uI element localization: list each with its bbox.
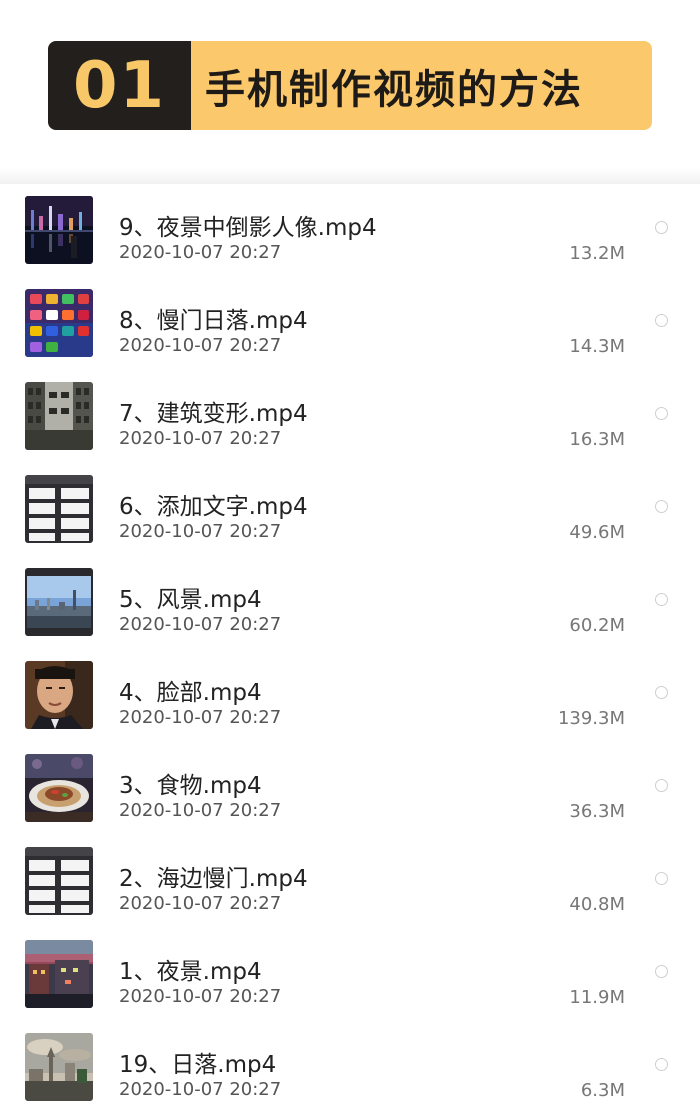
video-thumbnail xyxy=(25,289,93,357)
file-date: 2020-10-07 20:27 xyxy=(119,521,282,542)
video-thumbnail xyxy=(25,940,93,1008)
file-row[interactable]: 4、脸部.mp4 2020-10-07 20:27 139.3M xyxy=(0,649,700,742)
section-title: 手机制作视频的方法 xyxy=(191,41,652,130)
header: 01 手机制作视频的方法 xyxy=(0,0,700,184)
file-size: 139.3M xyxy=(557,708,625,729)
file-row[interactable]: 19、日落.mp4 2020-10-07 20:27 6.3M xyxy=(0,1021,700,1114)
video-thumbnail xyxy=(25,196,93,264)
file-name: 5、风景.mp4 xyxy=(119,587,262,613)
file-size: 49.6M xyxy=(569,522,625,543)
file-date: 2020-10-07 20:27 xyxy=(119,707,282,728)
file-row[interactable]: 9、夜景中倒影人像.mp4 2020-10-07 20:27 13.2M xyxy=(0,184,700,277)
file-size: 11.9M xyxy=(569,987,625,1008)
select-radio[interactable] xyxy=(655,221,668,234)
file-name: 7、建筑变形.mp4 xyxy=(119,401,308,427)
section-number: 01 xyxy=(48,41,191,130)
file-name: 19、日落.mp4 xyxy=(119,1052,277,1078)
file-date: 2020-10-07 20:27 xyxy=(119,800,282,821)
file-size: 13.2M xyxy=(569,243,625,264)
file-row[interactable]: 6、添加文字.mp4 2020-10-07 20:27 49.6M xyxy=(0,463,700,556)
file-name: 9、夜景中倒影人像.mp4 xyxy=(119,215,377,241)
file-name: 2、海边慢门.mp4 xyxy=(119,866,308,892)
file-row[interactable]: 1、夜景.mp4 2020-10-07 20:27 11.9M xyxy=(0,928,700,1021)
video-thumbnail xyxy=(25,382,93,450)
video-thumbnail xyxy=(25,475,93,543)
file-size: 40.8M xyxy=(569,894,625,915)
file-row[interactable]: 2、海边慢门.mp4 2020-10-07 20:27 40.8M xyxy=(0,835,700,928)
file-list: 9、夜景中倒影人像.mp4 2020-10-07 20:27 13.2M 8、慢… xyxy=(0,184,700,1117)
select-radio[interactable] xyxy=(655,686,668,699)
select-radio[interactable] xyxy=(655,314,668,327)
select-radio[interactable] xyxy=(655,872,668,885)
video-thumbnail xyxy=(25,1033,93,1101)
section-banner: 01 手机制作视频的方法 xyxy=(48,41,652,130)
file-date: 2020-10-07 20:27 xyxy=(119,1079,282,1100)
file-date: 2020-10-07 20:27 xyxy=(119,614,282,635)
file-size: 6.3M xyxy=(580,1080,625,1101)
video-thumbnail xyxy=(25,661,93,729)
select-radio[interactable] xyxy=(655,500,668,513)
select-radio[interactable] xyxy=(655,965,668,978)
file-size: 16.3M xyxy=(569,429,625,450)
select-radio[interactable] xyxy=(655,779,668,792)
file-size: 14.3M xyxy=(569,336,625,357)
file-name: 3、食物.mp4 xyxy=(119,773,262,799)
select-radio[interactable] xyxy=(655,593,668,606)
video-thumbnail xyxy=(25,754,93,822)
file-row[interactable]: 5、风景.mp4 2020-10-07 20:27 60.2M xyxy=(0,556,700,649)
file-name: 1、夜景.mp4 xyxy=(119,959,262,985)
file-row[interactable]: 8、慢门日落.mp4 2020-10-07 20:27 14.3M xyxy=(0,277,700,370)
file-name: 6、添加文字.mp4 xyxy=(119,494,308,520)
file-date: 2020-10-07 20:27 xyxy=(119,986,282,1007)
file-name: 8、慢门日落.mp4 xyxy=(119,308,308,334)
header-divider xyxy=(0,168,700,184)
video-thumbnail xyxy=(25,847,93,915)
video-thumbnail xyxy=(25,568,93,636)
file-name: 4、脸部.mp4 xyxy=(119,680,262,706)
file-date: 2020-10-07 20:27 xyxy=(119,335,282,356)
file-date: 2020-10-07 20:27 xyxy=(119,242,282,263)
select-radio[interactable] xyxy=(655,1058,668,1071)
file-size: 36.3M xyxy=(569,801,625,822)
file-date: 2020-10-07 20:27 xyxy=(119,893,282,914)
file-row[interactable]: 7、建筑变形.mp4 2020-10-07 20:27 16.3M xyxy=(0,370,700,463)
file-row[interactable]: 3、食物.mp4 2020-10-07 20:27 36.3M xyxy=(0,742,700,835)
file-date: 2020-10-07 20:27 xyxy=(119,428,282,449)
select-radio[interactable] xyxy=(655,407,668,420)
file-size: 60.2M xyxy=(569,615,625,636)
